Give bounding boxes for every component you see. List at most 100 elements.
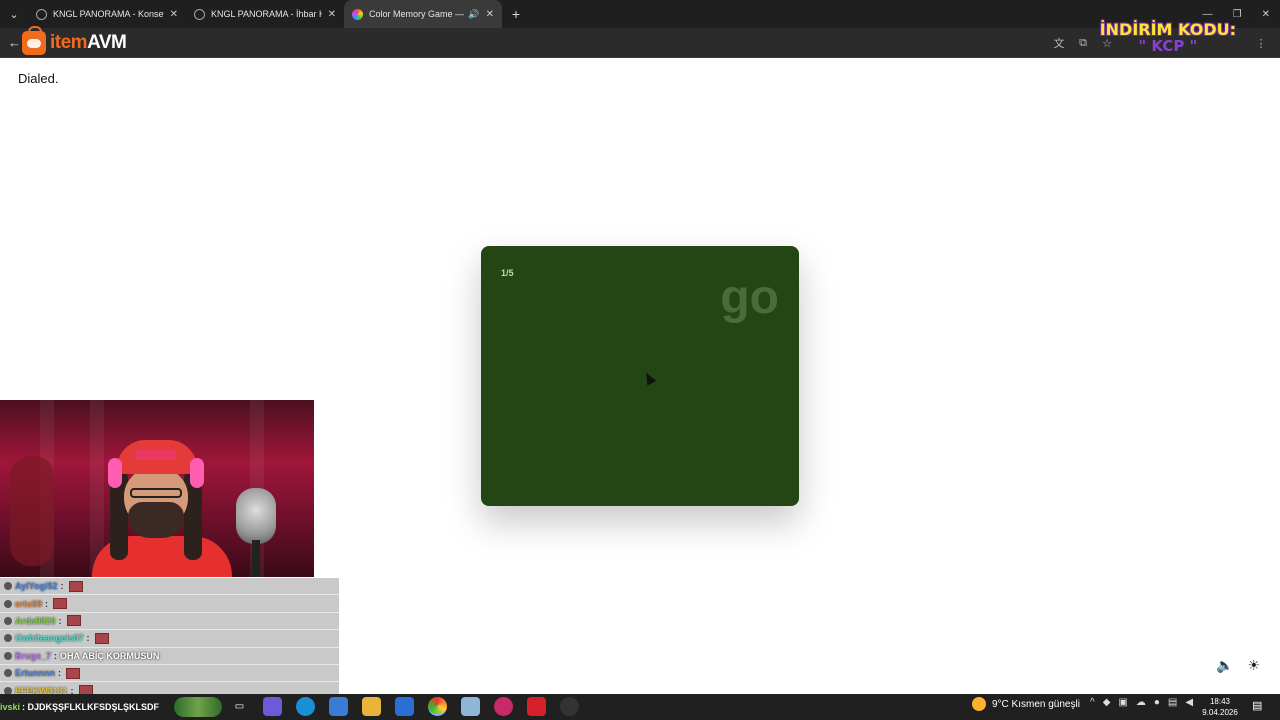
chat-text: OHA ABİÇ KORMUSUN xyxy=(60,650,160,661)
restore-icon[interactable]: ❐ xyxy=(1233,9,1242,20)
tab-strip: ⌄ KNGL PANORAMA - Konsey Ad ✕ KNGL PANOR… xyxy=(0,0,1280,28)
chat-message: Bruge_7: OHA ABİÇ KORMUSUN xyxy=(0,648,339,665)
chat-ticker: ivski : DJDKŞŞFLKLKFSDŞLŞKLSDF xyxy=(0,694,159,720)
weather-widget[interactable]: 9°C Kısmen güneşli xyxy=(972,697,1080,711)
color-card[interactable]: 1/5 go xyxy=(481,246,799,506)
round-counter: 1/5 xyxy=(501,268,514,278)
mail-icon[interactable] xyxy=(395,697,414,716)
emote-icon xyxy=(66,667,80,679)
chat-username: Owhiteangels07 xyxy=(15,633,84,644)
chat-username: ertu99 xyxy=(15,598,43,609)
system-tray: ^ ◆ ▣ ☁ ● ▤ ◀ xyxy=(1090,697,1193,708)
speaker-icon[interactable]: 🔊 xyxy=(468,9,479,20)
translate-icon[interactable]: 文 xyxy=(1052,35,1066,51)
tab-2[interactable]: KNGL PANORAMA - İhbar Hattı ✕ xyxy=(186,0,344,28)
tab-title: KNGL PANORAMA - İhbar Hattı xyxy=(211,9,322,19)
webcam-feed xyxy=(0,400,314,577)
promo-line-2: " KCP " xyxy=(1138,37,1198,55)
new-tab-button[interactable]: + xyxy=(502,6,530,22)
screen: { "browser": { "tabs": [ {"title": "KNGL… xyxy=(0,0,1280,720)
emote-icon xyxy=(53,598,68,610)
partly-sunny-icon xyxy=(972,697,986,711)
shopping-bag-icon xyxy=(22,26,46,55)
chat-separator: : xyxy=(54,650,58,661)
guitar-image xyxy=(10,456,54,566)
logo-item-text: item xyxy=(50,32,88,53)
notepad-icon[interactable] xyxy=(461,697,480,716)
chat-message: Ertunnnn: xyxy=(0,665,339,683)
back-arrow-icon[interactable]: ← xyxy=(8,35,21,50)
chat-separator: : xyxy=(45,598,49,609)
theme-toggle-icon[interactable]: ☀ xyxy=(1247,657,1260,674)
chat-separator: : xyxy=(60,581,64,592)
chat-separator: : xyxy=(58,668,61,679)
tab-title: Color Memory Game — Ho xyxy=(369,9,465,19)
page-title: Dialed. xyxy=(18,71,59,86)
taskbar-apps: ▭ xyxy=(230,697,579,716)
close-window-icon[interactable]: ✕ xyxy=(1262,9,1270,20)
ticker-text: : DJDKŞŞFLKLKFSDŞLŞKLSDF xyxy=(22,702,160,712)
clock[interactable]: 18:43 9.04.2026 xyxy=(1200,696,1240,718)
volume-icon[interactable]: 🔈 xyxy=(1216,657,1233,674)
menu-dots-icon[interactable]: ⋮ xyxy=(1254,37,1268,50)
ticker-user: ivski xyxy=(0,702,21,712)
minimize-icon[interactable]: — xyxy=(1203,9,1213,20)
user-badge-icon xyxy=(4,582,12,591)
chat-username: Ertunnnn xyxy=(15,668,55,679)
logo-avm-text: AVM xyxy=(87,32,127,53)
tab-title: KNGL PANORAMA - Konsey Ad xyxy=(53,9,164,19)
tray-icon-3[interactable]: ☁ xyxy=(1136,697,1146,708)
chat-separator: : xyxy=(58,615,62,626)
microphone-image xyxy=(236,488,276,544)
video-app-icon[interactable] xyxy=(527,697,546,716)
chat-message: ertu99: xyxy=(0,595,339,613)
tray-icon-1[interactable]: ◆ xyxy=(1103,697,1111,708)
network-icon[interactable]: ▤ xyxy=(1168,697,1177,708)
speaker-icon[interactable]: ◀ xyxy=(1185,697,1193,708)
emote-icon xyxy=(94,632,109,644)
user-badge-icon xyxy=(4,634,12,643)
chrome-icon[interactable] xyxy=(428,697,447,716)
tab-3-active[interactable]: Color Memory Game — Ho 🔊 ✕ xyxy=(344,0,502,28)
user-badge-icon xyxy=(4,599,12,608)
file-explorer-icon[interactable] xyxy=(362,697,381,716)
clock-time: 18:43 xyxy=(1209,697,1231,706)
tab-search-icon[interactable]: ⌄ xyxy=(0,0,28,28)
chat-username: AylYogi52 xyxy=(15,581,58,592)
color-wheel-icon xyxy=(352,8,363,20)
close-icon[interactable]: ✕ xyxy=(486,9,494,20)
chat-username: Arda9820 xyxy=(15,615,56,626)
user-badge-icon xyxy=(4,669,12,678)
go-watermark: go xyxy=(720,271,779,324)
chat-message: Owhiteangels07: xyxy=(0,630,339,648)
chat-separator: : xyxy=(86,633,90,644)
chevron-up-icon[interactable]: ^ xyxy=(1090,697,1095,708)
weather-text: 9°C Kısmen güneşli xyxy=(992,698,1080,710)
chat-username: Bruge_7 xyxy=(15,650,52,661)
stream-logo: item AVM xyxy=(22,26,127,57)
task-view-icon[interactable]: ▭ xyxy=(230,697,249,716)
tab-1[interactable]: KNGL PANORAMA - Konsey Ad ✕ xyxy=(28,0,186,28)
close-icon[interactable]: ✕ xyxy=(328,9,336,20)
chat-message: Arda9820: xyxy=(0,613,339,631)
close-icon[interactable]: ✕ xyxy=(170,9,178,20)
emote-icon xyxy=(66,615,81,627)
tray-icon-2[interactable]: ▣ xyxy=(1118,697,1127,708)
game-thumbnail[interactable] xyxy=(174,697,222,717)
copilot-icon[interactable] xyxy=(263,697,282,716)
emote-icon xyxy=(68,580,83,592)
notification-icon[interactable]: ▤ xyxy=(1252,699,1262,712)
streamer-image xyxy=(92,440,232,577)
install-icon[interactable]: ⧉ xyxy=(1076,37,1090,50)
obs-icon[interactable] xyxy=(494,697,513,716)
user-badge-icon xyxy=(4,616,12,625)
mic-icon[interactable]: ● xyxy=(1154,697,1160,708)
user-badge-icon xyxy=(4,651,12,660)
globe-icon xyxy=(36,8,47,20)
corner-controls: 🔈 ☀ xyxy=(1216,657,1260,674)
chat-overlay: AylYogi52: ertu99: Arda9820: Owhiteangels07… xyxy=(0,578,339,700)
store-icon[interactable] xyxy=(329,697,348,716)
edge-icon[interactable] xyxy=(296,697,315,716)
steam-icon[interactable] xyxy=(560,697,579,716)
globe-icon xyxy=(194,8,205,20)
